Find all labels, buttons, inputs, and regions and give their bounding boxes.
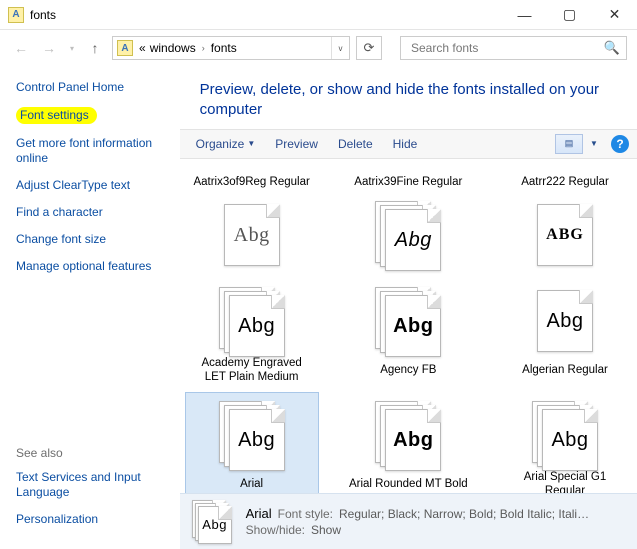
toolbar: Organize▼ Preview Delete Hide ▤ ▼ ?	[180, 129, 637, 160]
font-label: Aatrix39Fine Regular	[344, 169, 472, 197]
history-dropdown[interactable]: ▾	[66, 44, 78, 53]
font-label: Aatrr222 Regular	[501, 169, 629, 197]
font-thumb: Abg	[217, 401, 287, 471]
fonts-app-icon: A	[8, 7, 24, 23]
font-glyph: Abg	[395, 229, 432, 252]
font-item[interactable]: Abg Academy Engraved LET Plain Medium	[186, 279, 318, 393]
font-label: Agency FB	[344, 357, 472, 385]
right-pane: Preview, delete, or show and hide the fo…	[180, 66, 637, 549]
search-icon[interactable]: 🔍	[602, 40, 622, 56]
page-heading: Preview, delete, or show and hide the fo…	[180, 66, 637, 125]
font-item[interactable]: Abg Agency FB	[342, 279, 474, 393]
font-item[interactable]: Aatrix39Fine Regular Abg	[342, 165, 474, 279]
preview-button[interactable]: Preview	[267, 133, 326, 155]
view-dropdown[interactable]: ▼	[587, 139, 601, 148]
font-label: Arial Special G1 Regular	[501, 471, 629, 493]
hide-button[interactable]: Hide	[385, 133, 426, 155]
font-thumb: Abg	[217, 201, 287, 271]
details-showhide-key: Show/hide:	[246, 523, 305, 537]
up-button[interactable]: ↑	[84, 37, 106, 59]
close-button[interactable]: ✕	[592, 0, 637, 30]
address-crumb[interactable]: fonts	[209, 41, 239, 55]
help-button[interactable]: ?	[611, 135, 629, 153]
details-font-style-val: Regular; Black; Narrow; Bold; Bold Itali…	[339, 507, 589, 521]
minimize-button[interactable]: —	[502, 0, 547, 30]
search-input[interactable]	[409, 40, 602, 56]
left-pane: Control Panel Home Font settings Get mor…	[0, 66, 180, 549]
font-glyph: Abg	[234, 224, 270, 247]
fonts-app-icon: A	[117, 40, 133, 56]
details-thumb: Abg	[190, 500, 234, 544]
font-grid: Aatrix3of9Reg Regular Abg Aatrix39Fine R…	[180, 159, 637, 493]
refresh-button[interactable]: ⟳	[356, 36, 382, 60]
font-glyph: Abg	[238, 429, 275, 452]
font-label: Arial Rounded MT Bold	[344, 471, 472, 493]
sidebar-item-manage-optional-features[interactable]: Manage optional features	[16, 259, 170, 274]
font-glyph: Abg	[238, 315, 275, 338]
font-thumb: ABG	[530, 201, 600, 271]
font-item[interactable]: Abg Algerian Regular	[499, 279, 631, 393]
window-title: fonts	[30, 8, 56, 22]
address-prefix: «	[137, 41, 148, 55]
font-thumb: Abg	[530, 287, 600, 357]
sidebar-item-get-more-font-info[interactable]: Get more font information online	[16, 136, 170, 166]
maximize-button[interactable]: ▢	[547, 0, 592, 30]
details-font-name: Arial	[246, 506, 272, 521]
font-item[interactable]: Abg Arial Special G1 Regular	[499, 393, 631, 493]
font-thumb: Abg	[373, 287, 443, 357]
font-glyph: Abg	[551, 429, 588, 452]
details-showhide-val: Show	[311, 523, 341, 537]
nav-row: ← → ▾ ↑ A « windows › fonts v ⟳ 🔍	[0, 30, 637, 66]
back-button[interactable]: ←	[10, 37, 32, 59]
font-thumb: Abg	[530, 401, 600, 471]
font-label: Arial	[188, 471, 316, 493]
titlebar: A fonts — ▢ ✕	[0, 0, 637, 30]
grid-row: Abg Academy Engraved LET Plain Medium Ab…	[186, 279, 631, 393]
see-also-personalization[interactable]: Personalization	[16, 512, 170, 527]
font-label: Academy Engraved LET Plain Medium	[188, 357, 316, 385]
delete-button[interactable]: Delete	[330, 133, 381, 155]
font-glyph: Abg	[393, 429, 433, 452]
font-item-selected[interactable]: Abg Arial	[186, 393, 318, 493]
sidebar-item-adjust-cleartype[interactable]: Adjust ClearType text	[16, 178, 170, 193]
see-also-text-services[interactable]: Text Services and Input Language	[16, 470, 170, 500]
address-crumb[interactable]: windows	[148, 41, 198, 55]
organize-button[interactable]: Organize▼	[188, 133, 264, 155]
font-glyph: Abg	[546, 310, 583, 333]
forward-button[interactable]: →	[38, 37, 60, 59]
grid-row: Aatrix3of9Reg Regular Abg Aatrix39Fine R…	[186, 165, 631, 279]
address-bar[interactable]: A « windows › fonts v	[112, 36, 350, 60]
sidebar-item-font-settings[interactable]: Font settings	[16, 107, 97, 124]
font-glyph: Abg	[202, 517, 227, 532]
font-item[interactable]: Aatrr222 Regular ABG	[499, 165, 631, 279]
sidebar-item-change-font-size[interactable]: Change font size	[16, 232, 170, 247]
font-thumb: Abg	[217, 287, 287, 357]
font-glyph: ABG	[546, 226, 584, 244]
sidebar-item-find-character[interactable]: Find a character	[16, 205, 170, 220]
details-pane: Abg Arial Font style: Regular; Black; Na…	[180, 493, 637, 549]
font-label: Aatrix3of9Reg Regular	[188, 169, 316, 197]
see-also-heading: See also	[16, 446, 170, 460]
caret-down-icon: ▼	[247, 139, 255, 148]
view-toggle[interactable]: ▤	[555, 134, 583, 154]
font-label: Algerian Regular	[501, 357, 629, 385]
search-box[interactable]: 🔍	[400, 36, 627, 60]
chevron-right-icon: ›	[198, 43, 209, 53]
sidebar-item-control-panel-home[interactable]: Control Panel Home	[16, 80, 170, 95]
font-thumb: Abg	[373, 401, 443, 471]
grid-row: Abg Arial Abg Arial Rounded MT Bold	[186, 393, 631, 493]
font-glyph: Abg	[393, 315, 433, 338]
font-item[interactable]: Aatrix3of9Reg Regular Abg	[186, 165, 318, 279]
details-font-style-key: Font style:	[278, 507, 333, 521]
font-item[interactable]: Abg Arial Rounded MT Bold	[342, 393, 474, 493]
font-thumb: Abg	[373, 201, 443, 271]
address-dropdown[interactable]: v	[331, 37, 349, 59]
